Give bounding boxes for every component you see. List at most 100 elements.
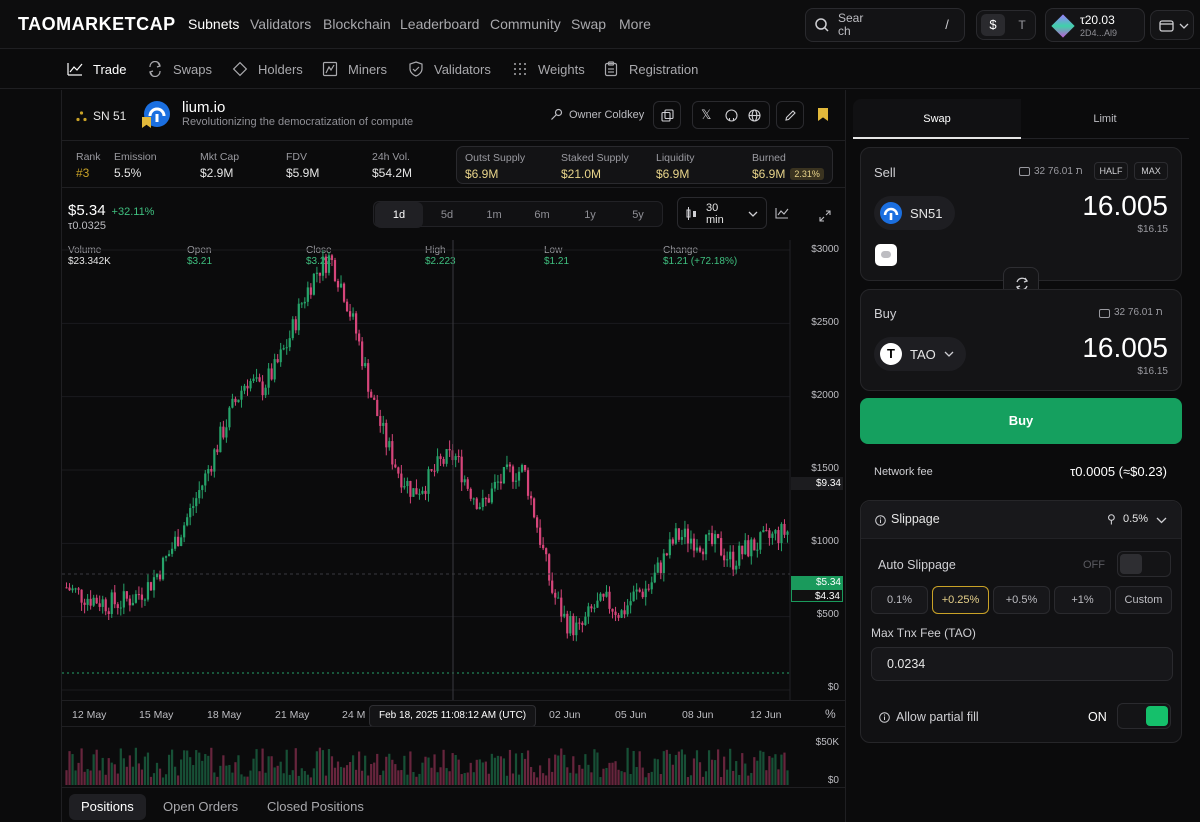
- volume-bar: [499, 756, 503, 785]
- sell-token-selector[interactable]: SN51: [874, 196, 955, 230]
- half-button[interactable]: HALF: [1094, 162, 1128, 180]
- volume-bar: [216, 776, 219, 785]
- volume-bar: [774, 754, 777, 785]
- expand-icon[interactable]: [819, 210, 831, 222]
- slippage-option-1[interactable]: +1%: [1054, 586, 1111, 614]
- chart-type-icon[interactable]: [775, 207, 789, 219]
- candle-body: [418, 493, 421, 495]
- nav-subnets[interactable]: Subnets: [188, 16, 239, 32]
- slippage-option-0.5[interactable]: +0.5%: [993, 586, 1050, 614]
- wallet-button[interactable]: τ20.03 2D4...Al9: [1045, 8, 1145, 42]
- candle-body: [207, 468, 210, 474]
- candle-body: [704, 534, 708, 555]
- interval-dropdown[interactable]: 30 min: [677, 197, 767, 229]
- info-icon: [875, 515, 886, 526]
- nav-more[interactable]: More: [619, 16, 651, 32]
- currency-tao-option[interactable]: T: [1011, 14, 1033, 36]
- github-icon[interactable]: [725, 109, 738, 122]
- partial-fill-state: ON: [1088, 710, 1107, 724]
- tab-open-orders[interactable]: Open Orders: [151, 794, 250, 820]
- x-twitter-icon[interactable]: 𝕏: [701, 107, 711, 123]
- search-box[interactable]: Search /: [805, 8, 965, 42]
- price-chart[interactable]: [62, 240, 845, 700]
- candle-body: [288, 338, 291, 348]
- tab-miners[interactable]: Miners: [322, 61, 387, 77]
- candle-body: [442, 458, 445, 464]
- timeframe-5d[interactable]: 5d: [423, 202, 471, 228]
- volume-bar: [249, 770, 252, 785]
- owner-coldkey-link[interactable]: Owner Coldkey: [550, 108, 644, 121]
- currency-usd-option[interactable]: $: [981, 14, 1005, 36]
- slippage-option-custom[interactable]: Custom: [1115, 586, 1172, 614]
- bookmark-icon[interactable]: [818, 108, 828, 121]
- nav-swap[interactable]: Swap: [571, 16, 606, 32]
- globe-icon[interactable]: [748, 109, 761, 122]
- tab-holders[interactable]: Holders: [232, 61, 303, 77]
- tab-positions[interactable]: Positions: [69, 794, 146, 820]
- volume-bar: [255, 749, 258, 785]
- volume-bar: [726, 769, 729, 785]
- buy-title: Buy: [874, 306, 897, 321]
- nav-leaderboard[interactable]: Leaderboard: [400, 16, 479, 32]
- candle-body: [330, 255, 334, 261]
- sell-amount[interactable]: 16.005: [1082, 190, 1168, 222]
- max-tnx-fee-input[interactable]: 0.0234: [871, 647, 1173, 681]
- timeframe-6m[interactable]: 6m: [518, 202, 566, 228]
- volume-bar: [635, 767, 638, 785]
- slippage-option-0.1[interactable]: 0.1%: [871, 586, 928, 614]
- tab-closed-positions[interactable]: Closed Positions: [255, 794, 376, 820]
- volume-bar: [704, 771, 708, 785]
- candle-body: [560, 597, 563, 617]
- nav-validators[interactable]: Validators: [250, 16, 311, 32]
- wallet-menu-button[interactable]: [1150, 10, 1194, 40]
- volume-bar: [629, 773, 632, 785]
- buy-amount[interactable]: 16.005: [1082, 332, 1168, 364]
- currency-toggle[interactable]: $ T: [976, 10, 1036, 40]
- interval-unit: min: [706, 214, 724, 226]
- candle-body: [348, 311, 352, 317]
- tab-limit[interactable]: Limit: [1021, 99, 1189, 139]
- edit-button[interactable]: [776, 101, 804, 129]
- x-tick: 08 Jun: [682, 709, 714, 721]
- timeframe-5y[interactable]: 5y: [614, 202, 662, 228]
- volume-bar: [297, 775, 300, 785]
- candle-body: [131, 602, 134, 606]
- stat-outst-supply-label: Outst Supply: [465, 152, 526, 164]
- volume-bar: [134, 747, 137, 785]
- timeframe-1y[interactable]: 1y: [566, 202, 614, 228]
- candle-body: [514, 480, 518, 482]
- candle-body: [312, 273, 315, 295]
- volume-bar: [149, 776, 153, 785]
- tab-swaps[interactable]: Swaps: [147, 61, 212, 77]
- buy-button[interactable]: Buy: [860, 398, 1182, 444]
- nav-blockchain[interactable]: Blockchain: [323, 16, 391, 32]
- volume-bar: [551, 771, 554, 785]
- volume-bar: [759, 750, 762, 785]
- volume-bar: [680, 749, 684, 785]
- timeframe-1d[interactable]: 1d: [375, 202, 423, 228]
- candle-body: [370, 391, 373, 398]
- copy-button[interactable]: [653, 101, 681, 129]
- buy-token-selector[interactable]: T TAO: [874, 337, 966, 371]
- percent-scale-toggle[interactable]: %: [825, 707, 836, 721]
- candle-body: [602, 593, 605, 597]
- candle-body: [382, 422, 385, 426]
- site-logo[interactable]: TAOMARKETCAP: [18, 14, 176, 35]
- tab-registration[interactable]: Registration: [603, 61, 698, 77]
- candle-body: [460, 456, 463, 483]
- volume-bar: [520, 753, 524, 785]
- slippage-option-0.25[interactable]: +0.25%: [932, 586, 989, 614]
- timeframe-1m[interactable]: 1m: [470, 202, 518, 228]
- partial-fill-toggle[interactable]: [1117, 703, 1171, 729]
- volume-bar: [252, 758, 255, 785]
- max-button[interactable]: MAX: [1134, 162, 1168, 180]
- tab-validators[interactable]: Validators: [408, 61, 491, 77]
- token-thumbnail-icon[interactable]: [875, 244, 897, 266]
- slippage-header[interactable]: Slippage ⚲ 0.5%: [861, 501, 1181, 539]
- volume-bar: [234, 762, 237, 785]
- nav-community[interactable]: Community: [490, 16, 561, 32]
- tab-swap[interactable]: Swap: [853, 99, 1021, 139]
- tab-trade[interactable]: Trade: [67, 61, 126, 77]
- tab-weights[interactable]: Weights: [512, 61, 585, 77]
- auto-slippage-toggle[interactable]: [1117, 551, 1171, 577]
